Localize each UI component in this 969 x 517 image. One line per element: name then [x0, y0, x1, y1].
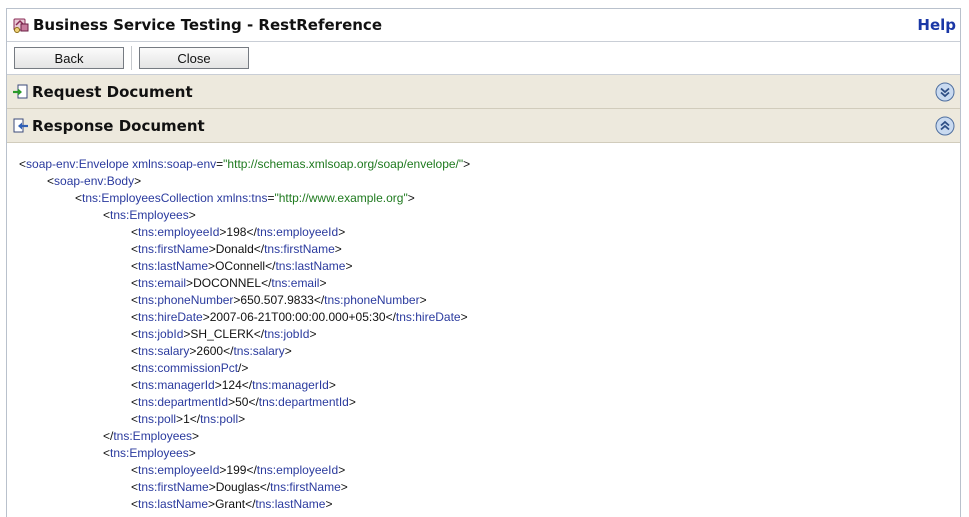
- xml-line-first-name-2: <tns:firstName>Douglas</tns:firstName>: [131, 480, 348, 494]
- collapse-chevron-up-icon[interactable]: [935, 116, 955, 136]
- xml-line-first-name: <tns:firstName>Donald</tns:firstName>: [131, 242, 342, 256]
- xml-line-department-id: <tns:departmentId>50</tns:departmentId>: [131, 395, 356, 409]
- close-button[interactable]: Close: [139, 47, 249, 69]
- xml-line-employees-open-2: <tns:Employees>: [103, 446, 196, 460]
- request-document-icon: [12, 83, 29, 100]
- response-document-header[interactable]: Response Document: [7, 109, 960, 143]
- xml-line-poll: <tns:poll>1</tns:poll>: [131, 412, 246, 426]
- xml-line-email: <tns:email>DOCONNEL</tns:email>: [131, 276, 327, 290]
- xml-line-collection-open: <tns:EmployeesCollection xmlns:tns="http…: [75, 191, 415, 205]
- xml-line-salary: <tns:salary>2600</tns:salary>: [131, 344, 292, 358]
- request-document-header[interactable]: Request Document: [7, 75, 960, 109]
- xml-line-employee-id: <tns:employeeId>198</tns:employeeId>: [131, 225, 346, 239]
- response-xml-content: <soap-env:Envelope xmlns:soap-env="http:…: [7, 143, 960, 513]
- service-testing-icon: [12, 16, 30, 34]
- title-bar: Business Service Testing - RestReference…: [7, 9, 960, 42]
- xml-line-job-id: <tns:jobId>SH_CLERK</tns:jobId>: [131, 327, 317, 341]
- response-document-title: Response Document: [32, 116, 205, 135]
- xml-line-hire-date: <tns:hireDate>2007-06-21T00:00:00.000+05…: [131, 310, 468, 324]
- response-document-icon: [12, 117, 29, 134]
- xml-line-envelope-open: <soap-env:Envelope xmlns:soap-env="http:…: [19, 157, 471, 171]
- xml-line-employees-close: </tns:Employees>: [103, 429, 200, 443]
- business-service-testing-panel: Business Service Testing - RestReference…: [6, 8, 961, 517]
- xml-line-commission-pct: <tns:commissionPct/>: [131, 361, 249, 375]
- toolbar: Back Close: [7, 42, 960, 75]
- xml-line-last-name-2: <tns:lastName>Grant</tns:lastName>: [131, 497, 333, 511]
- request-document-title: Request Document: [32, 82, 193, 101]
- help-link[interactable]: Help: [917, 16, 956, 34]
- xml-line-body-open: <soap-env:Body>: [47, 174, 142, 188]
- xml-line-manager-id: <tns:managerId>124</tns:managerId>: [131, 378, 336, 392]
- xml-line-employees-open: <tns:Employees>: [103, 208, 196, 222]
- toolbar-separator: [131, 46, 132, 70]
- back-button[interactable]: Back: [14, 47, 124, 69]
- page-title: Business Service Testing - RestReference: [33, 16, 382, 34]
- expand-chevron-down-icon[interactable]: [935, 82, 955, 102]
- xml-line-employee-id-2: <tns:employeeId>199</tns:employeeId>: [131, 463, 346, 477]
- xml-line-last-name: <tns:lastName>OConnell</tns:lastName>: [131, 259, 353, 273]
- xml-line-phone-number: <tns:phoneNumber>650.507.9833</tns:phone…: [131, 293, 427, 307]
